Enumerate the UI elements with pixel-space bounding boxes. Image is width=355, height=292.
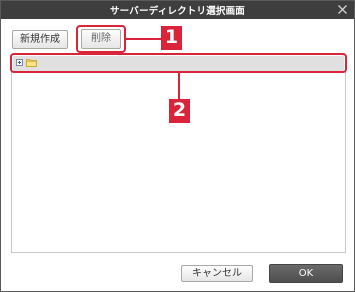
annotation-badge-1: 1	[161, 26, 182, 50]
annotation-badge-2: 2	[169, 99, 190, 123]
title-bar: サーバーディレクトリ選択画面	[1, 1, 354, 19]
highlight-tree-row	[10, 53, 347, 73]
new-button[interactable]: 新規作成	[12, 30, 68, 49]
close-icon[interactable]	[337, 4, 348, 15]
highlight-delete-button	[76, 25, 126, 53]
annotation-connector-1	[126, 38, 162, 40]
ok-button[interactable]: OK	[269, 264, 343, 283]
dialog-title: サーバーディレクトリ選択画面	[109, 6, 246, 17]
annotation-connector-2	[178, 73, 180, 100]
cancel-button[interactable]: キャンセル	[181, 265, 253, 282]
server-directory-dialog: サーバーディレクトリ選択画面 新規作成 削除 キャンセル OK 1 2	[0, 0, 355, 292]
